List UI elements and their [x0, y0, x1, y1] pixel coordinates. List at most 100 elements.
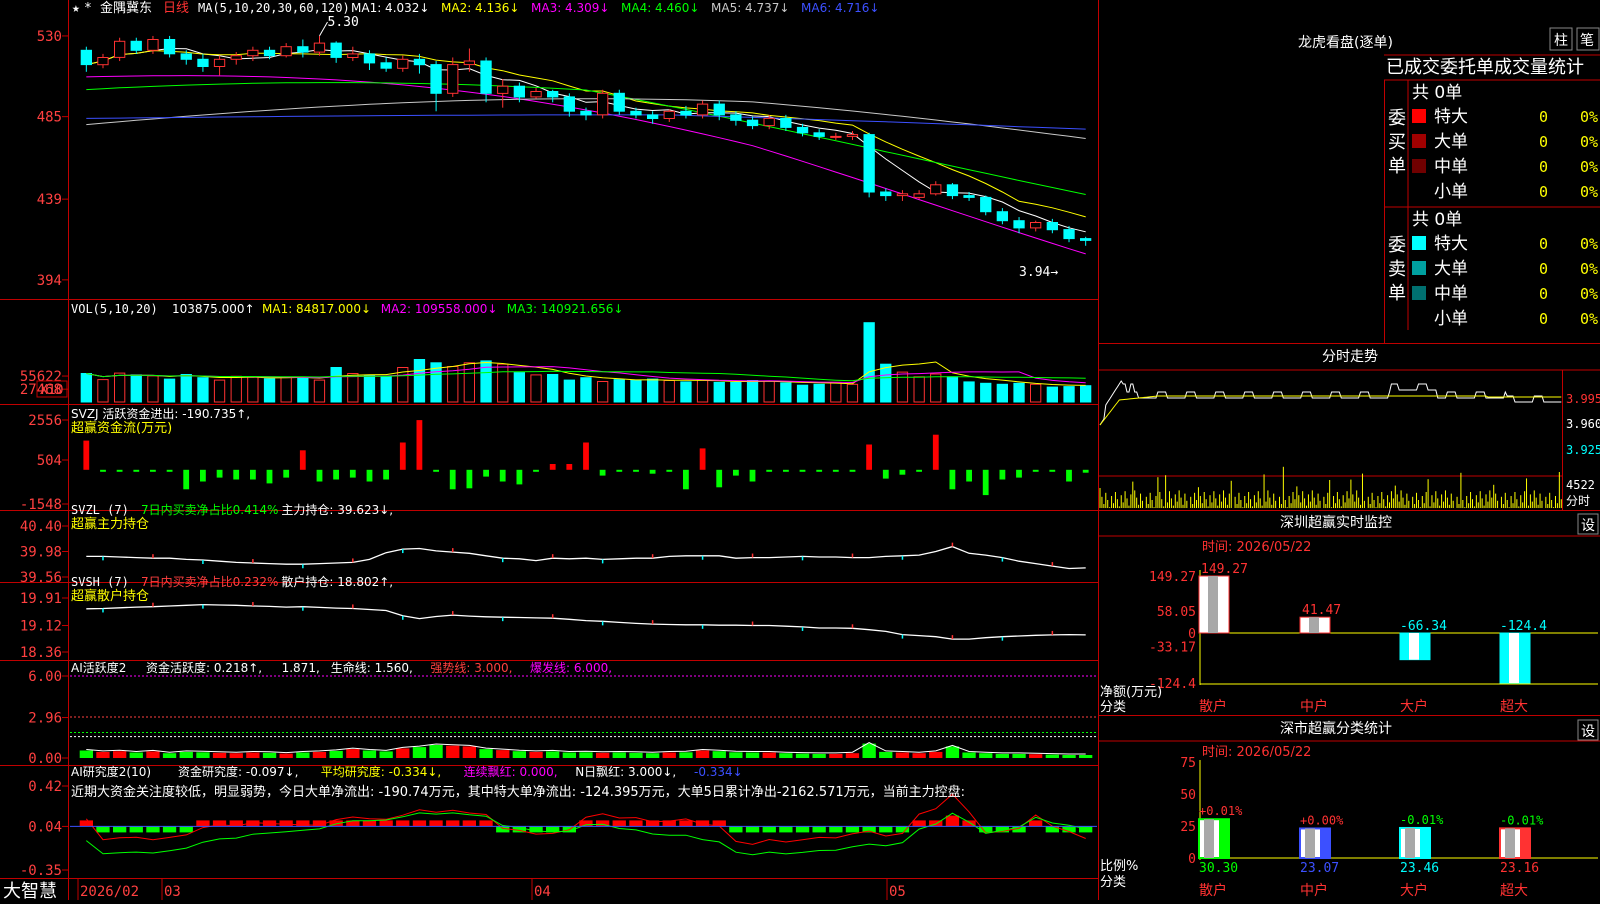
svzj-bar[interactable] [999, 469, 1006, 480]
volume-bar[interactable] [713, 381, 725, 403]
active-bar[interactable] [1029, 754, 1043, 758]
candle[interactable] [613, 92, 625, 112]
volume-bar[interactable] [613, 379, 625, 403]
volume-bar[interactable] [913, 376, 925, 403]
candle[interactable] [147, 39, 159, 51]
svzj-bar[interactable] [832, 469, 839, 472]
volume-bar[interactable] [313, 379, 326, 403]
volume-bar[interactable] [447, 366, 459, 403]
candle[interactable] [1063, 229, 1075, 240]
active-bar[interactable] [329, 750, 343, 758]
active-bar[interactable] [845, 753, 860, 758]
research-bar[interactable] [462, 820, 476, 827]
candle[interactable] [330, 42, 342, 58]
active-bar[interactable] [712, 751, 726, 758]
candle[interactable] [530, 91, 542, 98]
svzj-bar[interactable] [283, 469, 290, 478]
volume-bar[interactable] [330, 367, 342, 403]
volume-bar[interactable] [163, 378, 176, 403]
star-icon[interactable]: ★ [72, 1, 80, 16]
research-bar[interactable] [113, 826, 127, 833]
active-bar[interactable] [995, 753, 1009, 758]
candle[interactable] [563, 96, 576, 112]
candle[interactable] [213, 58, 226, 67]
svzj-bar[interactable] [949, 469, 956, 490]
active-bar[interactable] [762, 752, 776, 759]
candle[interactable] [647, 114, 659, 120]
volume-bar[interactable] [696, 379, 709, 403]
active-bar[interactable] [162, 753, 177, 758]
volume-bar[interactable] [846, 383, 859, 403]
active-bar[interactable] [96, 751, 110, 758]
volume-bar[interactable] [1046, 386, 1058, 403]
active-bar[interactable] [962, 752, 976, 759]
volume-bar[interactable] [530, 374, 542, 403]
volume-bar[interactable] [963, 381, 975, 403]
svzj-bar[interactable] [533, 469, 539, 472]
candle[interactable] [397, 58, 409, 69]
svzj-bar[interactable] [433, 469, 439, 472]
active-bar[interactable] [346, 749, 360, 758]
volume-bar[interactable] [746, 380, 759, 403]
candle[interactable] [813, 132, 825, 137]
research-bar[interactable] [1029, 820, 1043, 827]
research-bar[interactable] [179, 826, 193, 833]
research-bar[interactable] [845, 826, 860, 833]
svzj-bar[interactable] [599, 469, 606, 476]
active-bar[interactable] [912, 753, 926, 758]
volume-bar[interactable] [363, 374, 376, 403]
candle[interactable] [863, 134, 875, 193]
candle[interactable] [680, 110, 692, 116]
candle[interactable] [580, 110, 592, 116]
volume-bar[interactable] [780, 382, 792, 403]
active-bar[interactable] [1012, 753, 1026, 758]
research-bar[interactable] [812, 826, 826, 833]
active-bar[interactable] [929, 751, 943, 758]
candle[interactable] [547, 91, 559, 98]
volume-bar[interactable] [247, 376, 259, 403]
active-bar[interactable] [1079, 755, 1093, 758]
candle[interactable] [663, 110, 675, 120]
research-bar[interactable] [829, 826, 843, 833]
candle[interactable] [97, 57, 109, 66]
svzj-bar[interactable] [982, 469, 989, 496]
chart-canvas[interactable]: 530 485 439 394 5.30 3.94→ VOL(5,10,20) 103875… [0, 0, 1600, 902]
candle[interactable] [763, 117, 775, 127]
active-bar[interactable] [662, 752, 676, 759]
period-label[interactable]: 日线 [163, 1, 189, 16]
svzj-bar[interactable] [683, 469, 689, 490]
candle[interactable] [730, 114, 742, 121]
candle[interactable] [263, 49, 276, 57]
candle[interactable] [180, 53, 192, 60]
volume-bar[interactable] [580, 377, 592, 403]
candle[interactable] [1030, 222, 1042, 229]
svzj-bar[interactable] [616, 469, 623, 472]
svzj-bar[interactable] [466, 469, 473, 489]
svzj-bar[interactable] [416, 420, 423, 470]
active-bar[interactable] [412, 747, 427, 758]
active-bar[interactable] [379, 751, 393, 758]
active-bar[interactable] [829, 753, 843, 758]
volume-bar[interactable] [147, 375, 159, 403]
svzj-bar[interactable] [799, 469, 806, 472]
svzj-bar[interactable] [316, 469, 323, 482]
volume-bar[interactable] [413, 359, 426, 403]
volume-bar[interactable] [1030, 383, 1042, 403]
candle[interactable] [297, 46, 309, 53]
candle[interactable] [597, 92, 609, 116]
volume-bar[interactable] [280, 376, 292, 403]
volume-bar[interactable] [380, 375, 392, 403]
volume-bar[interactable] [647, 378, 659, 403]
candle[interactable] [963, 195, 975, 198]
candle[interactable] [363, 53, 376, 64]
candle[interactable] [163, 39, 176, 55]
svzj-bar[interactable] [932, 434, 939, 470]
candle[interactable] [946, 184, 959, 197]
svzj-bar[interactable] [183, 469, 190, 490]
candle[interactable] [247, 49, 259, 57]
svzj-bar[interactable] [499, 469, 506, 482]
svzj-bar[interactable] [266, 469, 273, 484]
active-bar[interactable] [196, 752, 210, 758]
svzj-bar[interactable] [549, 464, 556, 470]
svzj-bar[interactable] [816, 469, 823, 472]
